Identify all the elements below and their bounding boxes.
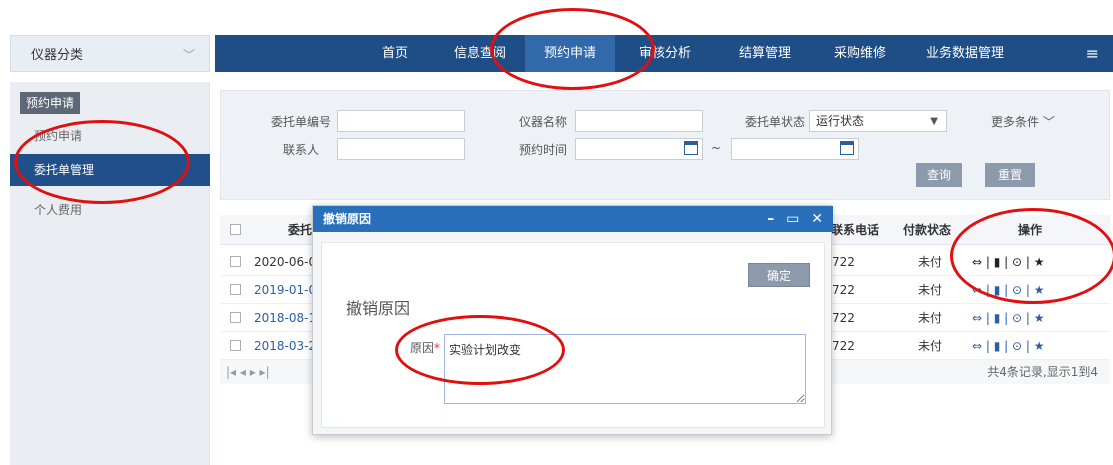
row-date: 2020-06-0 [254, 255, 317, 269]
column-header-payment: 付款状态 [902, 223, 951, 237]
contact-label: 联系人 [283, 143, 320, 157]
row-payment-status: 未付 [918, 255, 943, 269]
reason-label: 原因* [410, 339, 440, 356]
row-actions[interactable]: ⇔ | ▮ | ⊙ | ★ [972, 276, 1045, 304]
dialog-title-bar[interactable]: 撤销原因 – ▭ ✕ [313, 206, 833, 232]
sidebar-item-reservation[interactable]: 预约申请 [10, 120, 210, 152]
chevron-down-icon: ﹀ [182, 48, 195, 62]
calendar-icon[interactable] [840, 141, 854, 155]
sidebar: 预约申请 预约申请 委托单管理 个人费用 [10, 82, 210, 465]
maximize-icon[interactable]: ▭ [786, 211, 799, 227]
nav-item-business-data[interactable]: 业务数据管理 [905, 35, 1025, 72]
dialog-heading: 撤销原因 [346, 299, 411, 318]
sidebar-item-order-management[interactable]: 委托单管理 [10, 154, 210, 186]
row-actions[interactable]: ⇔ | ▮ | ⊙ | ★ [972, 304, 1045, 332]
search-panel: 委托单编号 仪器名称 委托单状态 运行状态 ▼ 更多条件 ﹀ 联系人 预约时间 … [220, 90, 1110, 200]
contact-input[interactable] [337, 138, 465, 160]
dialog-body: 确定 撤销原因 原因* 实验计划改变 [321, 242, 825, 428]
row-payment-status: 未付 [918, 311, 943, 325]
row-checkbox[interactable] [230, 312, 241, 323]
top-blank-area [0, 0, 1113, 35]
minimize-icon[interactable]: – [767, 211, 774, 227]
order-status-value: 运行状态 [816, 114, 865, 128]
nav-item-home[interactable]: 首页 [355, 35, 435, 72]
instrument-category-select[interactable]: 仪器分类 ﹀ [10, 35, 210, 72]
query-button[interactable]: 查询 [916, 163, 962, 187]
calendar-icon[interactable] [684, 141, 698, 155]
column-header-actions: 操作 [1017, 223, 1042, 237]
row-actions[interactable]: ⇔ | ▮ | ⊙ | ★ [972, 332, 1045, 360]
order-no-label: 委托单编号 [271, 115, 332, 129]
nav-item-info-query[interactable]: 信息查阅 [435, 35, 525, 72]
row-checkbox[interactable] [230, 256, 241, 267]
row-date[interactable]: 2019-01-0 [254, 276, 316, 304]
pager-controls[interactable]: |◂ ◂ ▸ ▸| [226, 365, 270, 379]
caret-down-icon: ▼ [930, 116, 938, 127]
row-date[interactable]: 2018-03-2 [254, 332, 316, 360]
row-phone: 722 [832, 283, 855, 297]
more-conditions-label: 更多条件 [991, 115, 1040, 129]
sidebar-item-personal-fees[interactable]: 个人费用 [10, 194, 210, 226]
row-payment-status: 未付 [918, 283, 943, 297]
confirm-button[interactable]: 确定 [748, 263, 810, 287]
close-icon[interactable]: ✕ [811, 211, 823, 227]
chevron-down-icon: ﹀ [1042, 115, 1055, 129]
reset-button[interactable]: 重置 [985, 163, 1035, 187]
row-phone: 722 [832, 339, 855, 353]
nav-item-procurement[interactable]: 采购维修 [815, 35, 905, 72]
row-checkbox[interactable] [230, 340, 241, 351]
nav-item-review-analysis[interactable]: 审核分析 [615, 35, 715, 72]
order-status-select[interactable]: 运行状态 ▼ [809, 110, 947, 132]
pager-info: 共4条记录,显示1到4 [987, 365, 1098, 379]
cancel-reason-dialog: 撤销原因 – ▭ ✕ 确定 撤销原因 原因* 实验计划改变 [312, 205, 833, 435]
sidebar-heading: 预约申请 [20, 92, 81, 114]
hamburger-icon[interactable]: ≡ [1086, 35, 1099, 72]
end-date-input[interactable] [731, 138, 859, 160]
order-status-label: 委托单状态 [745, 115, 806, 129]
instrument-category-label: 仪器分类 [31, 48, 84, 63]
reservation-time-label: 预约时间 [519, 143, 568, 157]
row-phone: 722 [832, 255, 855, 269]
dialog-title: 撤销原因 [323, 212, 372, 226]
required-mark: * [434, 341, 441, 355]
instrument-name-input[interactable] [575, 110, 703, 132]
nav-item-settlement[interactable]: 结算管理 [715, 35, 815, 72]
row-checkbox[interactable] [230, 284, 241, 295]
row-payment-status: 未付 [918, 339, 943, 353]
nav-item-reservation[interactable]: 预约申请 [525, 35, 615, 72]
start-date-input[interactable] [575, 138, 703, 160]
row-date[interactable]: 2018-08-1 [254, 304, 316, 332]
reason-textarea[interactable]: 实验计划改变 [444, 334, 806, 404]
order-no-input[interactable] [337, 110, 465, 132]
row-phone: 722 [832, 311, 855, 325]
select-all-checkbox[interactable] [230, 224, 241, 235]
main-navbar: 首页 信息查阅 预约申请 审核分析 结算管理 采购维修 业务数据管理 ≡ [215, 35, 1113, 72]
instrument-name-label: 仪器名称 [519, 115, 568, 129]
reason-label-text: 原因 [410, 341, 435, 355]
row-actions[interactable]: ⇔ | ▮ | ⊙ | ★ [972, 248, 1045, 276]
more-conditions-link[interactable]: 更多条件 ﹀ [991, 113, 1055, 130]
dialog-window-controls: – ▭ ✕ [760, 206, 823, 232]
range-separator: ~ [711, 141, 722, 155]
